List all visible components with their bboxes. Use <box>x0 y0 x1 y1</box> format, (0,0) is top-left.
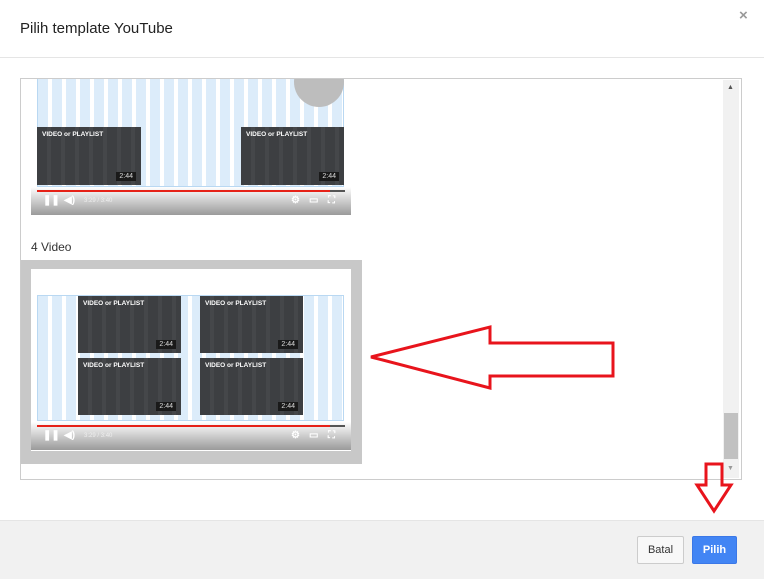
left-arrow-annotation <box>370 325 615 390</box>
annotation-overlay <box>370 325 749 574</box>
choose-button[interactable]: Pilih <box>692 536 737 564</box>
cancel-button[interactable]: Batal <box>637 536 684 564</box>
down-arrow-annotation <box>694 462 734 514</box>
